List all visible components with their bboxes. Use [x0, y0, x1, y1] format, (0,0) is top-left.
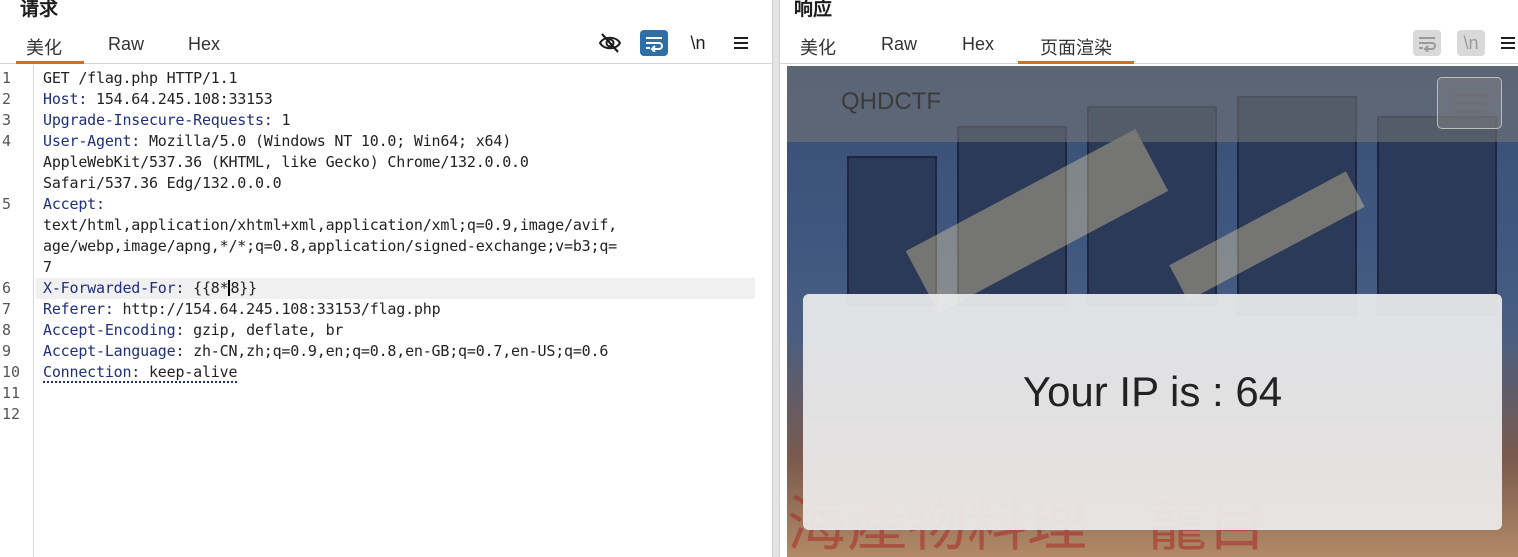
- tab-pretty[interactable]: 美化: [800, 34, 836, 64]
- wrap-icon[interactable]: [640, 30, 668, 56]
- site-brand[interactable]: QHDCTF: [841, 88, 941, 116]
- request-line-text: GET /flag.php HTTP/1.1: [43, 69, 238, 87]
- header-value: AppleWebKit/537.36 (KHTML, like Gecko) C…: [43, 153, 529, 171]
- header-value: gzip, deflate, br: [184, 321, 344, 339]
- header-value: Safari/537.36 Edg/132.0.0.0: [43, 174, 282, 192]
- header-continuation: age/webp,image/apng,*/*;q=0.8,applicatio…: [43, 236, 617, 257]
- ip-message: Your IP is : 64: [1022, 368, 1283, 415]
- line-number: 5: [2, 195, 12, 213]
- header-line: Referer: http://154.64.245.108:33153/fla…: [43, 299, 441, 320]
- header-value: age/webp,image/apng,*/*;q=0.8,applicatio…: [43, 237, 617, 255]
- line-number: 7: [2, 300, 12, 318]
- request-tabbar: 美化 Raw Hex \n: [0, 28, 772, 64]
- line-number: 3: [2, 111, 12, 129]
- header-line-xff: X-Forwarded-For: {{8* 8}}: [43, 278, 257, 299]
- response-panel: 响应 美化 Raw Hex 页面渲染 \n QHDCTF Your IP is …: [780, 0, 1518, 557]
- header-continuation: AppleWebKit/537.36 (KHTML, like Gecko) C…: [43, 152, 529, 173]
- line-number: 8: [2, 321, 12, 339]
- line-number: 6: [2, 279, 12, 297]
- background-window: [1377, 116, 1497, 316]
- hamburger-bar: [1454, 102, 1487, 105]
- header-value: 154.64.245.108:33153: [87, 90, 273, 108]
- hamburger-bar: [1454, 94, 1487, 97]
- header-value: keep-alive: [140, 363, 238, 381]
- line-number: 9: [2, 342, 12, 360]
- header-continuation: Safari/537.36 Edg/132.0.0.0: [43, 173, 282, 194]
- request-editor[interactable]: 1 2 3 4 5 6 7 8 9 10 11 12 GET /flag.php…: [0, 65, 772, 557]
- header-continuation: 7: [43, 257, 52, 278]
- tab-pretty[interactable]: 美化: [16, 34, 84, 64]
- header-value: 8}}: [230, 279, 257, 297]
- line-number: 1: [2, 69, 12, 87]
- header-line: User-Agent: Mozilla/5.0 (Windows NT 10.0…: [43, 131, 511, 152]
- header-key: Referer:: [43, 300, 114, 318]
- request-line: GET /flag.php HTTP/1.1: [43, 68, 237, 89]
- eye-off-icon[interactable]: [596, 30, 624, 56]
- tab-raw[interactable]: Raw: [881, 34, 917, 64]
- header-value: 7: [43, 258, 52, 276]
- header-continuation: text/html,application/xhtml+xml,applicat…: [43, 215, 617, 236]
- wrap-icon[interactable]: [1413, 30, 1441, 56]
- menu-icon[interactable]: [727, 30, 755, 56]
- line-number: 11: [2, 384, 21, 402]
- tab-render-label: 页面渲染: [1040, 38, 1112, 58]
- tab-raw-label: Raw: [881, 34, 918, 54]
- header-key: Accept:: [43, 195, 105, 213]
- header-key: Upgrade-Insecure-Requests:: [43, 111, 273, 129]
- tab-hex-label: Hex: [962, 34, 995, 54]
- ip-card: Your IP is : 64: [803, 294, 1502, 530]
- header-key: Accept-Encoding:: [43, 321, 185, 339]
- response-title: 响应: [794, 0, 833, 20]
- menu-icon[interactable]: [1500, 30, 1518, 56]
- header-line: Accept-Language: zh-CN,zh;q=0.9,en;q=0.8…: [43, 341, 608, 362]
- header-line: Connection: keep-alive: [43, 362, 237, 383]
- hamburger-bar: [1454, 110, 1487, 113]
- rendered-page: 海產物料理 籠目 QHDCTF Your IP is : 64: [787, 66, 1518, 557]
- tab-raw-label: Raw: [108, 34, 145, 54]
- header-value: 1: [272, 111, 291, 129]
- line-gutter: 1 2 3 4 5 6 7 8 9 10 11 12: [0, 65, 34, 557]
- header-value: zh-CN,zh;q=0.9,en;q=0.8,en-GB;q=0.7,en-U…: [184, 342, 609, 360]
- tab-hex-label: Hex: [188, 34, 221, 54]
- header-line: Accept:: [43, 194, 105, 215]
- line-number: 2: [2, 90, 12, 108]
- tab-raw[interactable]: Raw: [108, 34, 144, 64]
- header-key: User-Agent:: [43, 132, 141, 150]
- tab-pretty-label: 美化: [800, 38, 836, 58]
- burp-repeater-view: 请求 美化 Raw Hex \n 1 2 3 4 5 6 7 8 9 10 11…: [0, 0, 1518, 557]
- header-value: Mozilla/5.0 (Windows NT 10.0; Win64; x64…: [140, 132, 512, 150]
- header-key: X-Forwarded-For:: [43, 279, 185, 297]
- panel-splitter[interactable]: [772, 0, 780, 557]
- newline-toggle[interactable]: \n: [684, 30, 712, 56]
- header-connection-underline: Connection: keep-alive: [43, 363, 237, 383]
- header-value: http://154.64.245.108:33153/flag.php: [113, 300, 441, 318]
- tab-hex[interactable]: Hex: [962, 34, 994, 64]
- newline-toggle[interactable]: \n: [1457, 30, 1485, 56]
- header-value: {{8*: [184, 279, 229, 297]
- header-key: Connection:: [43, 363, 141, 381]
- tab-render[interactable]: 页面渲染: [1018, 34, 1134, 64]
- response-tabbar: 美化 Raw Hex 页面渲染 \n: [780, 28, 1518, 64]
- header-line: Accept-Encoding: gzip, deflate, br: [43, 320, 343, 341]
- header-value: text/html,application/xhtml+xml,applicat…: [43, 216, 617, 234]
- line-number: 4: [2, 132, 12, 150]
- site-navbar: QHDCTF: [787, 66, 1518, 142]
- tab-hex[interactable]: Hex: [188, 34, 220, 64]
- header-line: Host: 154.64.245.108:33153: [43, 89, 273, 110]
- request-title: 请求: [20, 0, 59, 20]
- header-key: Accept-Language:: [43, 342, 185, 360]
- line-number: 12: [2, 405, 21, 423]
- line-number: 10: [2, 363, 21, 381]
- header-line: Upgrade-Insecure-Requests: 1: [43, 110, 290, 131]
- navbar-toggle-button[interactable]: [1437, 77, 1502, 129]
- header-key: Host:: [43, 90, 88, 108]
- request-panel: 请求 美化 Raw Hex \n 1 2 3 4 5 6 7 8 9 10 11…: [0, 0, 772, 557]
- tab-pretty-label: 美化: [26, 38, 62, 58]
